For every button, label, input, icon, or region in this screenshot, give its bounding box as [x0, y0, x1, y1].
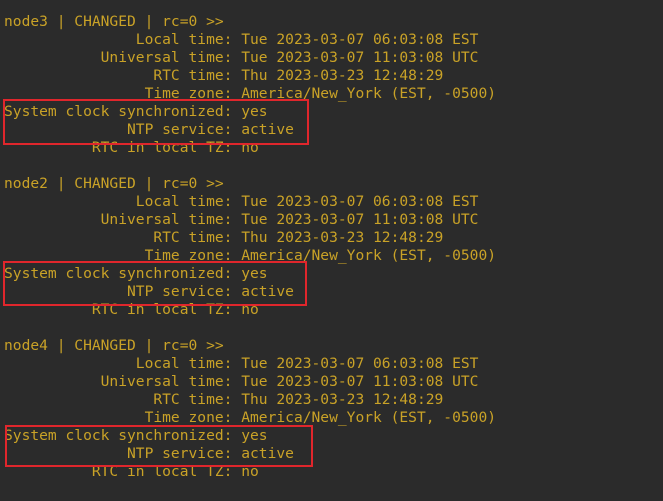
node3-local-time: Local time: Tue 2023-03-07 06:03:08 EST [4, 31, 479, 48]
terminal-window[interactable]: node3 | CHANGED | rc=0 >> Local time: Tu… [0, 0, 663, 501]
node2-highlight-box [3, 261, 307, 306]
node4-local-time: Local time: Tue 2023-03-07 06:03:08 EST [4, 355, 479, 372]
node4-rtc-time: RTC time: Thu 2023-03-23 12:48:29 [4, 391, 444, 408]
node2-header: node2 | CHANGED | rc=0 >> [4, 175, 224, 192]
node3-universal-time: Universal time: Tue 2023-03-07 11:03:08 … [4, 49, 479, 66]
node4-highlight-box [5, 425, 313, 467]
node3-highlight-box [3, 99, 309, 145]
node3-rtc-time: RTC time: Thu 2023-03-23 12:48:29 [4, 67, 444, 84]
node2-rtc-time: RTC time: Thu 2023-03-23 12:48:29 [4, 229, 444, 246]
node4-header: node4 | CHANGED | rc=0 >> [4, 337, 224, 354]
node3-header: node3 | CHANGED | rc=0 >> [4, 13, 224, 30]
node2-universal-time: Universal time: Tue 2023-03-07 11:03:08 … [4, 211, 479, 228]
node4-universal-time: Universal time: Tue 2023-03-07 11:03:08 … [4, 373, 479, 390]
node2-local-time: Local time: Tue 2023-03-07 06:03:08 EST [4, 193, 479, 210]
